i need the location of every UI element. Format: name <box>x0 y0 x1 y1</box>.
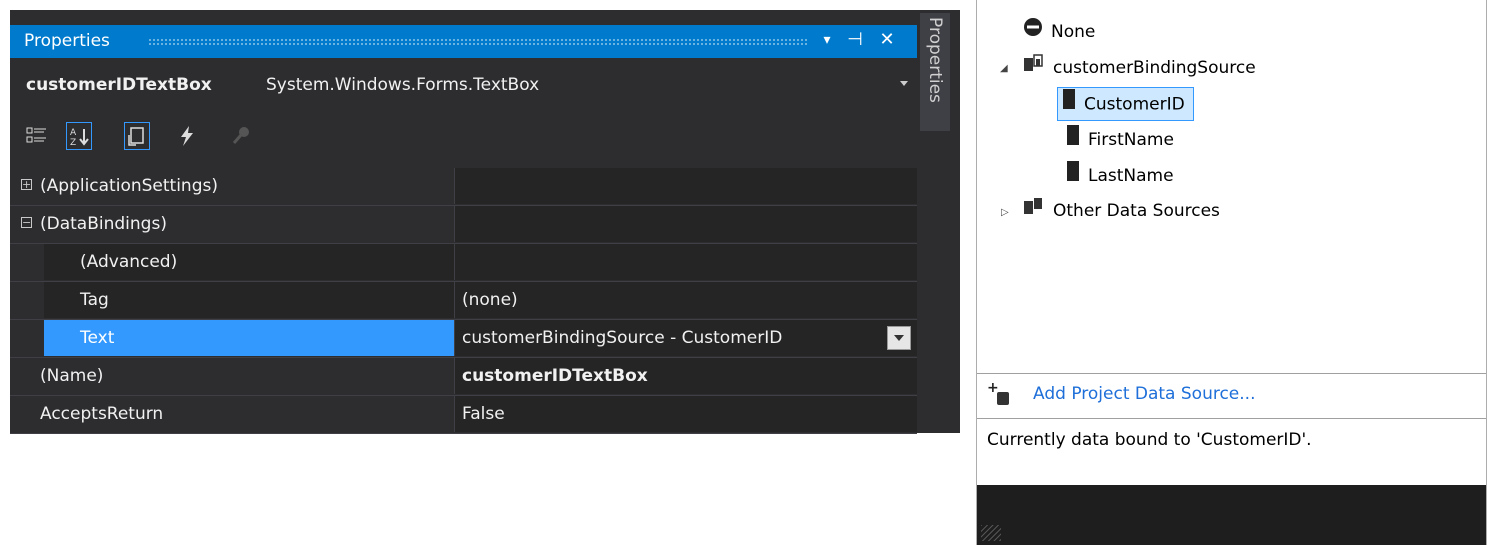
property-pages-icon[interactable] <box>228 122 254 150</box>
database-icon <box>1023 196 1045 226</box>
collapsed-arrow-icon[interactable]: ▷ <box>1001 207 1009 218</box>
properties-side-tab[interactable]: Properties <box>920 13 950 131</box>
property-value <box>454 244 917 280</box>
property-value: False <box>454 396 917 432</box>
field-icon <box>1062 88 1076 121</box>
property-row-databindings[interactable]: − (DataBindings) <box>10 206 917 244</box>
tree-item-label: Other Data Sources <box>1053 201 1220 221</box>
field-icon <box>1066 160 1080 192</box>
property-row-applicationsettings[interactable]: + (ApplicationSettings) <box>10 168 917 206</box>
tree-item-customerbindingsource[interactable]: customerBindingSource <box>1023 53 1256 83</box>
property-row-tag[interactable]: Tag (none) <box>10 282 917 320</box>
binding-status-text: Currently data bound to 'CustomerID'. <box>987 430 1312 450</box>
svg-text:Z: Z <box>70 138 76 148</box>
tree-item-field-lastname[interactable]: LastName <box>1066 160 1174 190</box>
property-value: (none) <box>454 282 917 318</box>
chevron-down-icon <box>894 335 904 341</box>
property-row-text[interactable]: Text customerBindingSource - CustomerID <box>10 320 917 358</box>
tree-item-field-customerid[interactable]: CustomerID <box>1057 87 1194 121</box>
separator <box>977 373 1486 374</box>
tree-item-label: CustomerID <box>1084 94 1185 115</box>
object-name: customerIDTextBox <box>26 75 212 95</box>
properties-title: Properties <box>24 31 110 51</box>
field-icon <box>1066 124 1080 156</box>
property-name: (ApplicationSettings) <box>40 176 218 196</box>
property-name: (DataBindings) <box>40 214 167 234</box>
properties-side-tab-label: Properties <box>925 17 945 103</box>
property-value-combo[interactable]: customerBindingSource - CustomerID <box>454 320 917 356</box>
property-value: customerBindingSource - CustomerID <box>462 328 783 348</box>
tree-item-none[interactable]: None <box>1023 17 1095 47</box>
tree-item-label: LastName <box>1088 166 1174 186</box>
picker-footer <box>977 485 1486 545</box>
svg-text:A: A <box>70 128 77 138</box>
database-icon <box>1023 53 1045 83</box>
add-project-data-source-link[interactable]: Add Project Data Source... <box>1033 384 1255 404</box>
tree-item-other-data-sources[interactable]: Other Data Sources <box>1023 196 1220 226</box>
property-value <box>454 168 917 204</box>
properties-title-bar[interactable]: Properties ▾ ⊣ ✕ <box>10 25 917 58</box>
property-row-name[interactable]: (Name) customerIDTextBox <box>10 358 917 396</box>
svg-text:+: + <box>987 380 999 396</box>
property-grid: + (ApplicationSettings) − (DataBindings)… <box>10 168 917 434</box>
tree-item-label: customerBindingSource <box>1053 58 1256 78</box>
property-row-acceptsreturn[interactable]: AcceptsReturn False <box>10 396 917 434</box>
title-grip <box>148 38 807 46</box>
chevron-down-icon[interactable] <box>900 81 908 86</box>
properties-toolbar: A Z <box>10 110 917 162</box>
tree-item-field-firstname[interactable]: FirstName <box>1066 124 1174 154</box>
none-icon <box>1023 17 1043 47</box>
expanded-arrow-icon[interactable]: ◢ <box>1000 63 1008 74</box>
collapse-icon[interactable]: − <box>21 217 32 228</box>
property-value <box>454 206 917 242</box>
properties-icon[interactable] <box>124 122 150 150</box>
property-name: (Advanced) <box>44 244 454 280</box>
property-name: AcceptsReturn <box>40 404 164 424</box>
dropdown-button[interactable] <box>887 326 911 350</box>
property-value: customerIDTextBox <box>454 358 917 394</box>
object-type: System.Windows.Forms.TextBox <box>266 75 540 95</box>
pin-button[interactable]: ⊣ <box>844 27 866 53</box>
tree-item-label: None <box>1051 22 1096 42</box>
properties-window: Properties ▾ ⊣ ✕ Properties customerIDTe… <box>10 10 960 434</box>
property-row-advanced[interactable]: (Advanced) <box>10 244 917 282</box>
resize-grip[interactable] <box>981 525 1001 541</box>
data-binding-picker: None ◢ customerBindingSource CustomerID … <box>976 0 1487 545</box>
property-name: Text <box>44 320 454 356</box>
property-name: Tag <box>44 282 454 318</box>
binding-tree: None ◢ customerBindingSource CustomerID … <box>977 0 1486 373</box>
expand-icon[interactable]: + <box>21 179 32 190</box>
property-name: (Name) <box>40 366 104 386</box>
object-selector[interactable]: customerIDTextBox System.Windows.Forms.T… <box>10 64 917 106</box>
tree-item-label: FirstName <box>1088 130 1174 150</box>
events-icon[interactable] <box>174 122 200 150</box>
separator <box>977 418 1486 419</box>
window-dropdown-button[interactable]: ▾ <box>816 27 838 53</box>
add-data-source-icon: + <box>987 380 1013 412</box>
close-button[interactable]: ✕ <box>876 27 898 53</box>
alphabetical-icon[interactable]: A Z <box>66 122 92 150</box>
categorized-icon[interactable] <box>24 122 50 150</box>
